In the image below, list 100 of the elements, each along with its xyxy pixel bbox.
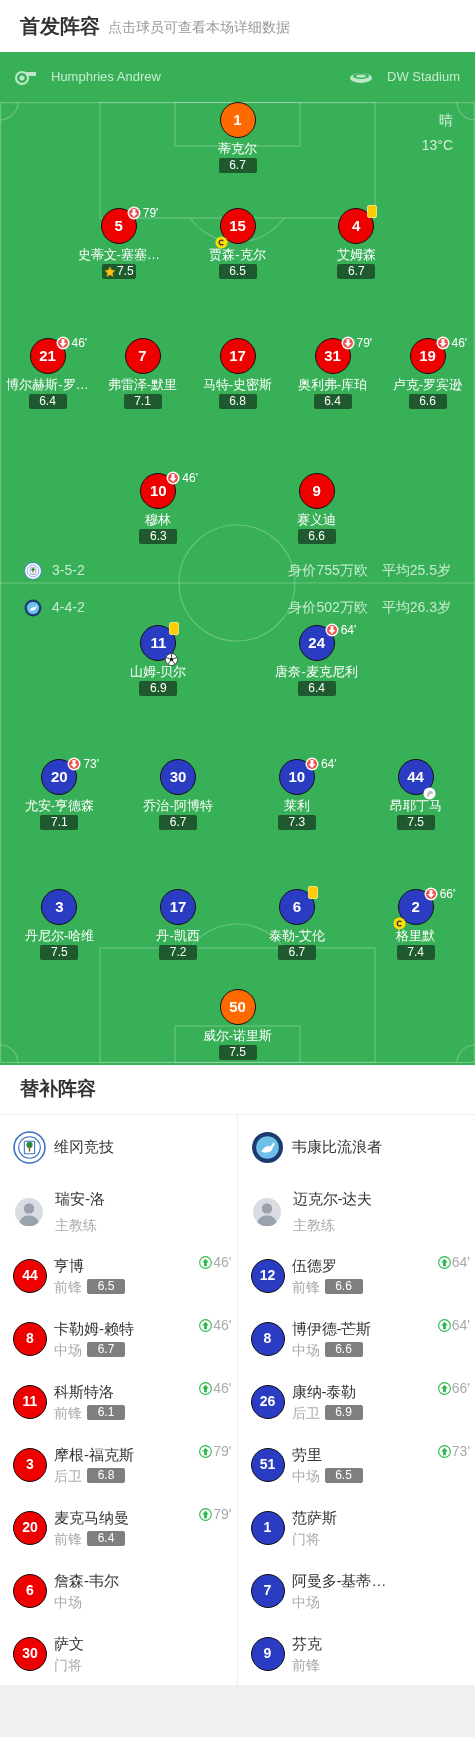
player-number[interactable]: 17 — [219, 338, 256, 374]
player-number[interactable]: 44 — [13, 1258, 47, 1293]
player-number[interactable]: 15 — [219, 208, 256, 244]
player-number[interactable]: 9 — [250, 1636, 285, 1671]
player-name: 泰勒-艾伦 — [268, 927, 326, 945]
formation-text: 4-4-2 — [52, 598, 85, 617]
substitution-in-icon — [199, 1382, 213, 1395]
rating-badge: 7.5 — [218, 1045, 257, 1060]
player-number[interactable]: 19 — [409, 338, 446, 374]
player-number[interactable]: 10 — [140, 473, 177, 509]
player-name: 丹尼尔-哈维 — [24, 927, 95, 945]
rating-badge: 6.6 — [408, 394, 447, 409]
substitution-minute: 64' — [320, 756, 337, 773]
player-name: 丹-凯西 — [156, 927, 200, 945]
player-number[interactable]: 11 — [140, 625, 177, 661]
rating-badge: 6.5 — [87, 1279, 125, 1294]
player-number[interactable]: 30 — [160, 759, 197, 795]
player-number[interactable]: 24 — [298, 625, 335, 661]
player-number[interactable]: 12 — [250, 1258, 285, 1293]
substitution-in-icon — [437, 1256, 451, 1269]
avatar-icon — [252, 1198, 281, 1226]
player-number[interactable]: 1 — [219, 102, 256, 138]
player-number[interactable]: 20 — [41, 759, 78, 795]
position-text: 中场 — [291, 1466, 320, 1485]
player-name: 昂耶丁马 — [389, 797, 442, 815]
coach-name: 迈克尔-达夫 — [292, 1189, 373, 1210]
player-name: 卡勒姆-赖特 — [54, 1318, 134, 1339]
player-name: 詹森-韦尔 — [54, 1570, 119, 1591]
substitution-in-icon — [199, 1445, 213, 1458]
player-number[interactable]: 3 — [13, 1447, 47, 1482]
substitution-minute: 79' — [142, 205, 159, 222]
team-crest-icon — [24, 561, 42, 580]
rating-badge: 6.5 — [218, 264, 257, 279]
player-name: 威尔-诺里斯 — [202, 1027, 273, 1045]
player-name: 格里默 — [396, 927, 436, 945]
player-number[interactable]: 21 — [29, 338, 66, 374]
weather-text: 晴 — [439, 111, 453, 130]
position-text: 前锋 — [291, 1655, 320, 1674]
player-name: 伍德罗 — [291, 1255, 338, 1276]
player-number[interactable]: 17 — [160, 889, 197, 925]
position-text: 前锋 — [54, 1277, 82, 1296]
substitution-in-icon — [199, 1256, 213, 1269]
player-number[interactable]: 3 — [41, 889, 78, 925]
player-number[interactable]: 10 — [278, 759, 315, 795]
player-name: 范萨斯 — [291, 1507, 337, 1528]
player-number[interactable]: 4 — [338, 208, 375, 244]
rating-badge: 6.7 — [159, 815, 198, 830]
player-name: 马特-史密斯 — [202, 376, 273, 394]
player-number[interactable]: 1 — [250, 1510, 285, 1545]
substitution-minute: 73' — [83, 756, 99, 773]
player-number[interactable]: 7 — [250, 1573, 285, 1608]
rating-badge: 7.5 — [40, 945, 79, 960]
substitution-in-icon — [199, 1319, 213, 1332]
player-name: 麦克马纳曼 — [54, 1507, 129, 1528]
position-text: 后卫 — [54, 1466, 82, 1485]
rating-badge: 6.4 — [28, 394, 67, 409]
temperature-text: 13°C — [421, 136, 453, 155]
market-value-text: 身价755万欧 — [288, 561, 368, 580]
player-name: 山姆-贝尔 — [130, 663, 187, 681]
average-age-text: 平均26.3岁 — [381, 598, 451, 617]
substitution-minute: 64' — [340, 622, 357, 639]
player-number[interactable]: 11 — [13, 1384, 47, 1419]
player-number[interactable]: 20 — [13, 1510, 47, 1545]
substitution-minute: 64' — [451, 1253, 470, 1272]
player-number[interactable]: 31 — [314, 338, 351, 374]
player-number[interactable]: 44 — [397, 759, 434, 795]
position-text: 门将 — [291, 1529, 320, 1548]
hint-text: 点击球员可查看本场详细数据 — [108, 18, 290, 37]
player-name: 唐奈-麦克尼利 — [275, 663, 358, 681]
player-name: 弗雷泽-默里 — [107, 376, 178, 394]
team-name: 维冈竞技 — [54, 1137, 114, 1158]
player-number[interactable]: 2 — [397, 889, 434, 925]
substitution-minute: 64' — [451, 1316, 470, 1335]
player-number[interactable]: 8 — [250, 1321, 285, 1356]
player-number[interactable]: 6 — [13, 1573, 47, 1608]
player-number[interactable]: 6 — [278, 889, 315, 925]
player-number[interactable]: 5 — [100, 208, 137, 244]
player-name: 乔治-阿博特 — [143, 797, 213, 815]
substitution-minute: 46' — [213, 1316, 232, 1335]
substitution-minute: 66' — [439, 886, 456, 903]
section-title: 首发阵容 — [20, 14, 100, 39]
position-text: 门将 — [54, 1655, 82, 1674]
player-number[interactable]: 50 — [219, 989, 256, 1025]
substitution-minute: 73' — [451, 1442, 470, 1461]
substitution-minute: 79' — [356, 335, 373, 352]
rating-badge: 6.4 — [313, 394, 352, 409]
position-text: 中场 — [54, 1340, 82, 1359]
player-number[interactable]: 30 — [13, 1636, 47, 1671]
player-number[interactable]: 7 — [124, 338, 161, 374]
player-number[interactable]: 9 — [298, 473, 335, 509]
player-number[interactable]: 26 — [250, 1384, 285, 1419]
rating-badge: 6.5 — [324, 1468, 363, 1483]
player-name: 艾姆森 — [336, 246, 376, 264]
position-text: 前锋 — [291, 1277, 320, 1296]
player-name: 摩根-福克斯 — [54, 1444, 134, 1465]
stadium-name: DW Stadium — [387, 68, 460, 87]
player-number[interactable]: 51 — [250, 1447, 285, 1482]
player-number[interactable]: 8 — [13, 1321, 47, 1356]
rating-badge: 6.6 — [297, 529, 336, 544]
rating-badge: 7.3 — [277, 815, 316, 830]
